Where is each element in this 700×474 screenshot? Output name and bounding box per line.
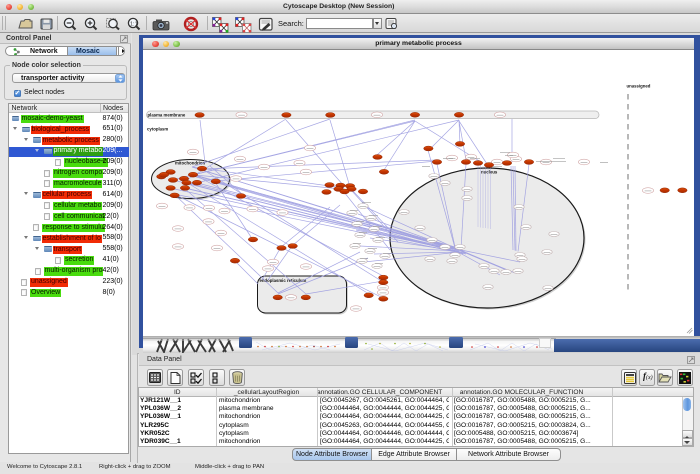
svg-text:cytoplasm: cytoplasm	[147, 127, 168, 132]
svg-text:mitochondrion: mitochondrion	[175, 161, 205, 166]
svg-text:unassigned: unassigned	[627, 84, 651, 89]
svg-text:nucleus: nucleus	[481, 170, 498, 175]
svg-text:1:1: 1:1	[130, 22, 138, 28]
svg-text:plasma membrane: plasma membrane	[148, 113, 186, 118]
